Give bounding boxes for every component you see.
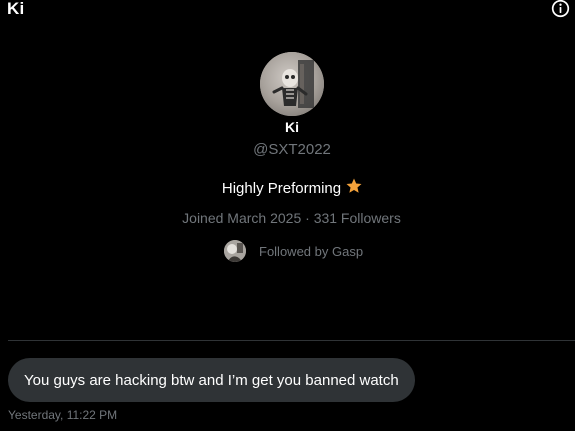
info-circle-icon xyxy=(551,0,570,18)
avatar-image xyxy=(260,52,324,116)
profile-meta: Joined March 2025 · 331 Followers xyxy=(0,210,575,226)
meta-separator: · xyxy=(305,210,310,226)
profile-handle[interactable]: @SXT2022 xyxy=(0,141,575,158)
joined-date: Joined March 2025 xyxy=(182,210,302,226)
profile-display-name: Ki xyxy=(285,119,299,135)
followers-count[interactable]: 331 Followers xyxy=(314,210,401,226)
conversation-title: Ki xyxy=(7,0,25,18)
info-button[interactable] xyxy=(551,0,570,18)
message-text: You guys are hacking btw and I’m get you… xyxy=(24,371,399,389)
message-bubble[interactable]: You guys are hacking btw and I’m get you… xyxy=(8,358,415,402)
follower-avatar xyxy=(224,240,246,262)
profile-bio: Highly Preforming xyxy=(0,177,575,199)
profile-avatar[interactable] xyxy=(260,52,324,116)
followed-by-text: Followed by Gasp xyxy=(259,243,364,259)
followed-by-row[interactable]: Followed by Gasp xyxy=(224,239,363,263)
bio-text: Highly Preforming xyxy=(221,180,342,197)
message-timestamp: Yesterday, 11:22 PM xyxy=(8,408,118,422)
star-icon xyxy=(345,177,363,199)
divider xyxy=(8,340,575,341)
